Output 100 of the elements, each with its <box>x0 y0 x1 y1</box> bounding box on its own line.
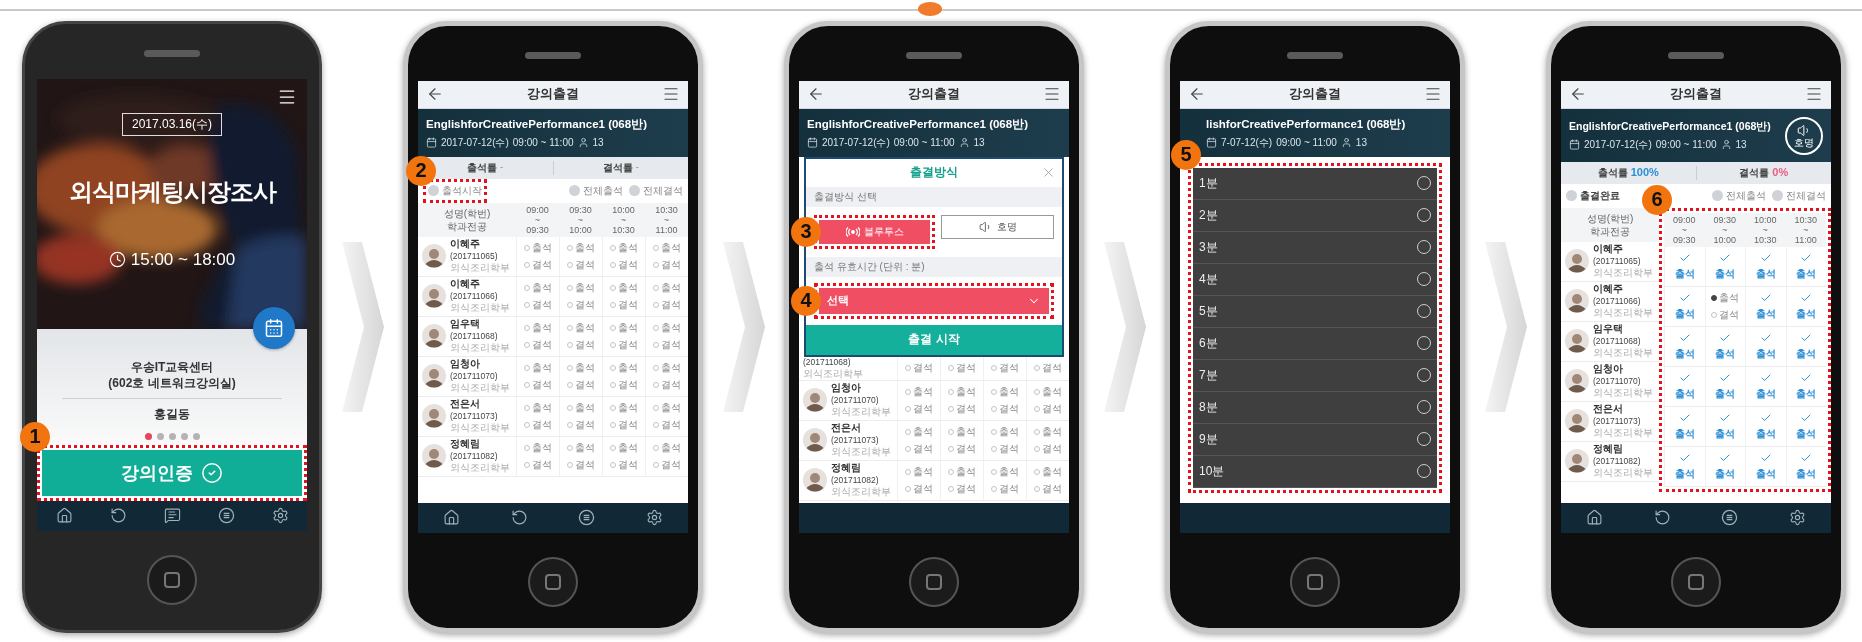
back-icon[interactable] <box>1188 85 1206 103</box>
radio-label: 출석 <box>913 464 933 479</box>
radio-label: 결석 <box>661 297 681 312</box>
radio-label: 결석 <box>661 417 681 432</box>
radio-label: 출석 <box>532 280 552 295</box>
page-dot[interactable] <box>168 432 176 440</box>
radio-label: 출석 <box>661 320 681 335</box>
radio-label: 출석 <box>956 384 976 399</box>
radio-label: 출석 <box>618 240 638 255</box>
status-label: 출석 <box>1755 266 1776 281</box>
method-button[interactable]: 호명 <box>941 214 1054 239</box>
page-dot[interactable] <box>144 432 152 440</box>
course-time: 09:00 ~ 11:00 <box>512 137 574 148</box>
home-icon[interactable] <box>443 509 461 526</box>
radio-label: 출석 <box>575 240 595 255</box>
list-icon[interactable] <box>578 509 596 526</box>
minute-option[interactable]: 2분 <box>1193 199 1437 232</box>
back-icon[interactable] <box>807 85 825 103</box>
radio-label: 결석 <box>575 457 595 472</box>
course-title: EnglishforCreativePerformance1 (068반) <box>426 116 647 132</box>
student-avatar <box>422 284 446 308</box>
radio-label: 출석 <box>618 440 638 455</box>
call-roll-button[interactable]: 호명 <box>1785 116 1823 155</box>
minute-option[interactable]: 1분 <box>1193 167 1437 200</box>
student-avatar <box>422 404 446 428</box>
student-department: 외식조리학부 <box>1593 387 1653 399</box>
minute-option[interactable]: 9분 <box>1193 423 1437 456</box>
refresh-icon[interactable] <box>1653 509 1671 526</box>
back-icon[interactable] <box>426 85 444 103</box>
settings-icon[interactable] <box>645 509 663 526</box>
radio-label: 출석 <box>661 360 681 375</box>
status-label: 출석 <box>1715 386 1736 401</box>
page-dot[interactable] <box>192 432 200 440</box>
list-icon[interactable] <box>1721 509 1739 526</box>
course-time: 09:00 ~ 11:00 <box>1276 137 1337 148</box>
message-icon[interactable] <box>163 507 181 524</box>
checkbox[interactable] <box>1772 190 1783 201</box>
radio-label: 결석 <box>532 257 552 272</box>
minute-option[interactable]: 5분 <box>1193 295 1437 328</box>
radio-button[interactable] <box>1711 294 1718 301</box>
calendar-icon <box>426 137 437 148</box>
speaker-slot <box>525 51 581 59</box>
student-name: 정혜림 <box>450 438 481 450</box>
step-badge: 1 <box>20 421 50 452</box>
student-name: 임청아 <box>1593 363 1624 375</box>
checkbox[interactable] <box>569 185 580 196</box>
checkbox[interactable] <box>1566 190 1577 201</box>
minute-option[interactable]: 3분 <box>1193 231 1437 264</box>
refresh-icon[interactable] <box>109 507 127 524</box>
duration-dropdown[interactable]: 선택 <box>819 287 1049 314</box>
minute-option[interactable]: 7분 <box>1193 359 1437 392</box>
status-label: 출석 <box>1674 306 1695 321</box>
checkbox[interactable] <box>428 185 439 196</box>
radio-label: 결석 <box>618 337 638 352</box>
radio-label: 출석 <box>956 464 976 479</box>
student-name: 임청아 <box>450 358 481 370</box>
student-avatar <box>803 428 827 452</box>
student-name: 전은서 <box>831 422 862 434</box>
marker-dot <box>918 2 942 16</box>
method-button[interactable]: 블루투스 <box>819 219 930 244</box>
student-id: (201711068) <box>803 356 852 368</box>
minute-option[interactable]: 8분 <box>1193 391 1437 424</box>
back-icon[interactable] <box>1569 85 1587 103</box>
radio-label: 결석 <box>956 441 976 456</box>
student-avatar <box>1565 409 1589 433</box>
minute-option[interactable]: 4분 <box>1193 263 1437 296</box>
student-department: 외식조리학부 <box>831 486 891 498</box>
step-badge: 6 <box>1642 184 1672 215</box>
student-id: (201711068) <box>1593 335 1642 347</box>
status-label: 출석 <box>1796 266 1817 281</box>
checkbox[interactable] <box>1712 190 1723 201</box>
settings-icon[interactable] <box>1788 509 1806 526</box>
student-name: 임청아 <box>831 382 862 394</box>
speaker-slot <box>1287 51 1343 59</box>
list-icon[interactable] <box>217 507 235 524</box>
date-label: 2017.03.16(수) <box>121 112 223 136</box>
student-count: 13 <box>1355 137 1367 148</box>
student-id: (201711073) <box>1593 415 1642 427</box>
refresh-icon[interactable] <box>510 509 528 526</box>
radio-label: 결석 <box>618 377 638 392</box>
time-header: 10:00 ~ 10:30 <box>1753 213 1778 247</box>
home-icon[interactable] <box>1586 509 1604 526</box>
radio-label: 결석 <box>575 297 595 312</box>
minute-option[interactable]: 10분 <box>1193 455 1437 488</box>
checkbox[interactable] <box>629 185 640 196</box>
settings-icon[interactable] <box>271 507 289 524</box>
radio-label: 출석 <box>1042 424 1062 439</box>
radio-label: 결석 <box>532 297 552 312</box>
student-department: 외식조리학부 <box>1593 347 1653 359</box>
status-label: 출석 <box>1674 346 1695 361</box>
radio-label: 출석 <box>532 360 552 375</box>
screen-title: 강의출결 <box>1289 85 1341 103</box>
page-dot[interactable] <box>156 432 164 440</box>
home-icon[interactable] <box>55 507 73 524</box>
time-header: 10:00 ~ 10:30 <box>611 203 636 237</box>
page-dot[interactable] <box>180 432 188 440</box>
minute-option[interactable]: 6분 <box>1193 327 1437 360</box>
step-badge: 2 <box>406 155 436 186</box>
calendar-icon <box>807 137 818 148</box>
radio-label: 출석 <box>618 360 638 375</box>
